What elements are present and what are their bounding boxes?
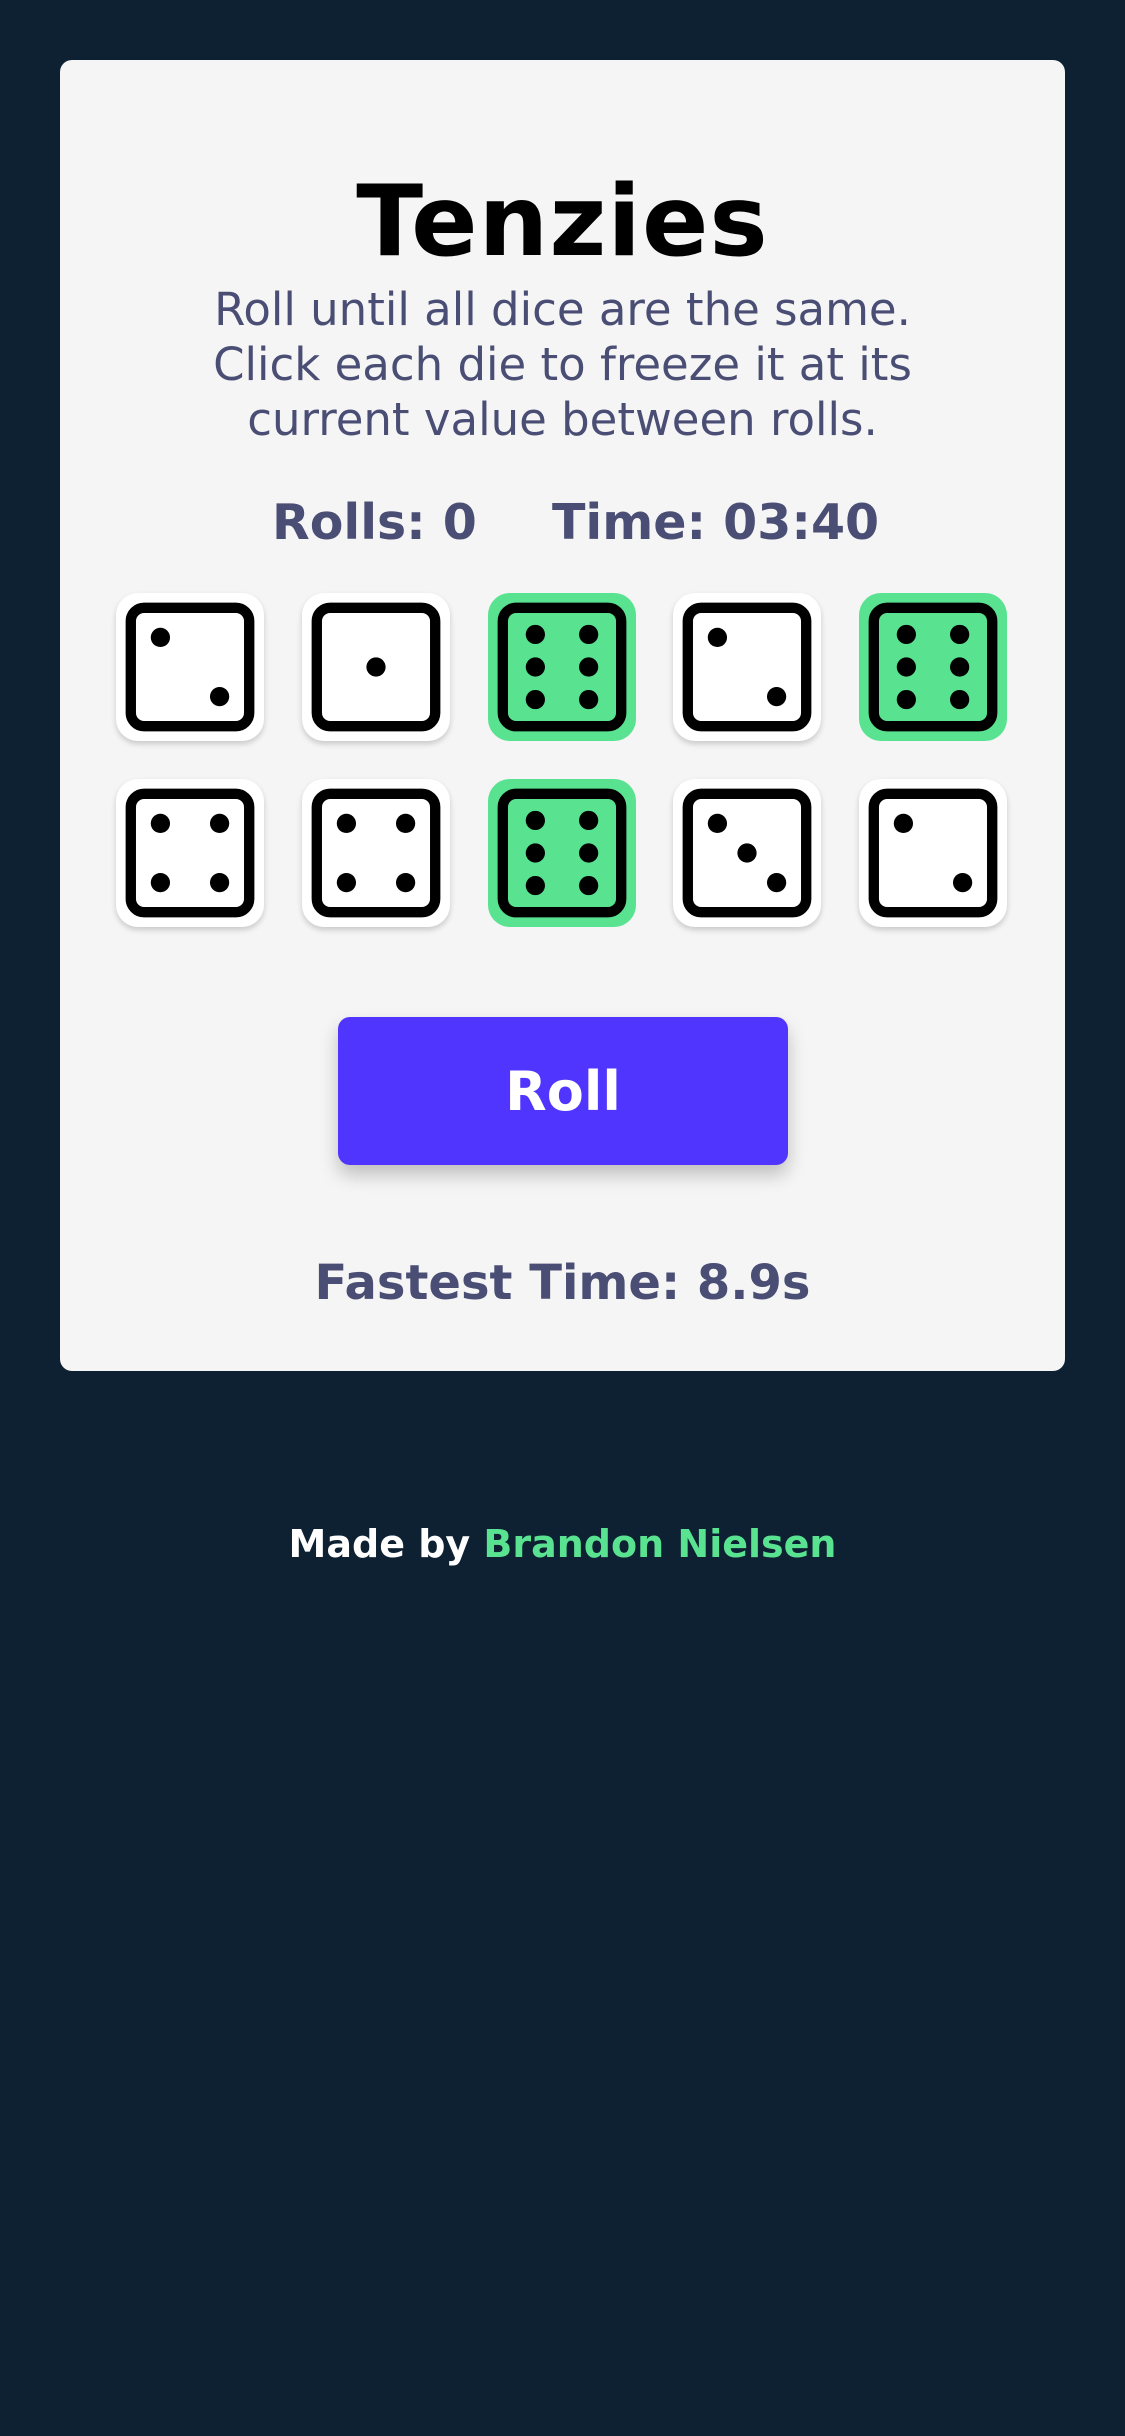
die-8[interactable]	[488, 779, 636, 927]
die-5[interactable]	[859, 593, 1007, 741]
die-pip	[896, 624, 916, 645]
die-face-outline	[682, 602, 812, 732]
page-title: Tenzies	[356, 165, 769, 279]
die-pip	[366, 657, 386, 677]
die-pip	[525, 689, 545, 710]
die-pip	[893, 813, 914, 834]
die-pip	[525, 843, 545, 863]
roll-button[interactable]: Roll	[338, 1017, 788, 1165]
die-4[interactable]	[673, 593, 821, 741]
die-pip	[896, 689, 916, 710]
dice-face-two-icon	[125, 602, 255, 732]
die-10[interactable]	[859, 779, 1007, 927]
die-pip	[525, 624, 545, 645]
footer-prefix: Made by	[288, 1522, 484, 1566]
stats-bar: Rolls: 0 Time: 03:40	[60, 488, 1065, 558]
die-pip	[395, 813, 416, 834]
die-pip	[150, 872, 171, 893]
die-pip	[766, 872, 787, 893]
die-pip	[336, 872, 357, 893]
die-pip	[525, 810, 545, 831]
die-pip	[209, 872, 230, 893]
die-pip	[579, 624, 599, 645]
die-pip	[579, 843, 599, 863]
dice-face-six-icon	[868, 602, 998, 732]
die-pip	[150, 813, 171, 834]
die-pip	[579, 689, 599, 710]
die-face-outline	[497, 788, 627, 918]
die-2[interactable]	[302, 593, 450, 741]
timer: Time: 03:40	[552, 494, 880, 551]
die-pip	[150, 627, 171, 648]
die-pip	[525, 657, 545, 677]
rolls-counter: Rolls: 0	[272, 494, 477, 551]
dice-face-three-icon	[682, 788, 812, 918]
dice-face-two-icon	[682, 602, 812, 732]
die-pip	[950, 624, 970, 645]
die-7[interactable]	[302, 779, 450, 927]
die-3[interactable]	[488, 593, 636, 741]
dice-face-six-icon	[497, 788, 627, 918]
dice-grid	[116, 593, 1009, 993]
dice-face-one-icon	[311, 602, 441, 732]
die-pip	[707, 813, 728, 834]
die-pip	[737, 843, 757, 863]
die-pip	[209, 813, 230, 834]
die-face-outline	[868, 788, 998, 918]
die-pip	[950, 689, 970, 710]
die-face-outline	[125, 602, 255, 732]
die-face-outline	[868, 602, 998, 732]
die-9[interactable]	[673, 779, 821, 927]
dice-face-two-icon	[868, 788, 998, 918]
fastest-time: Fastest Time: 8.9s	[314, 1255, 811, 1311]
die-6[interactable]	[116, 779, 264, 927]
die-1[interactable]	[116, 593, 264, 741]
die-pip	[950, 657, 970, 677]
die-pip	[896, 657, 916, 677]
die-pip	[952, 872, 973, 893]
die-pip	[579, 810, 599, 831]
die-pip	[395, 872, 416, 893]
die-face-outline	[311, 788, 441, 918]
instructions-text: Roll until all dice are the same. Click …	[213, 283, 912, 446]
die-face-outline	[497, 602, 627, 732]
dice-face-six-icon	[497, 602, 627, 732]
footer-credit: Made by Brandon Nielsen	[0, 1514, 1125, 1574]
die-pip	[336, 813, 357, 834]
die-pip	[525, 875, 545, 896]
die-pip	[707, 627, 728, 648]
dice-face-four-icon	[125, 788, 255, 918]
author-link[interactable]: Brandon Nielsen	[483, 1522, 836, 1566]
dice-face-four-icon	[311, 788, 441, 918]
die-pip	[209, 686, 230, 707]
game-card: Tenzies Roll until all dice are the same…	[60, 60, 1065, 1371]
die-pip	[766, 686, 787, 707]
die-face-outline	[125, 788, 255, 918]
die-pip	[579, 875, 599, 896]
die-pip	[579, 657, 599, 677]
